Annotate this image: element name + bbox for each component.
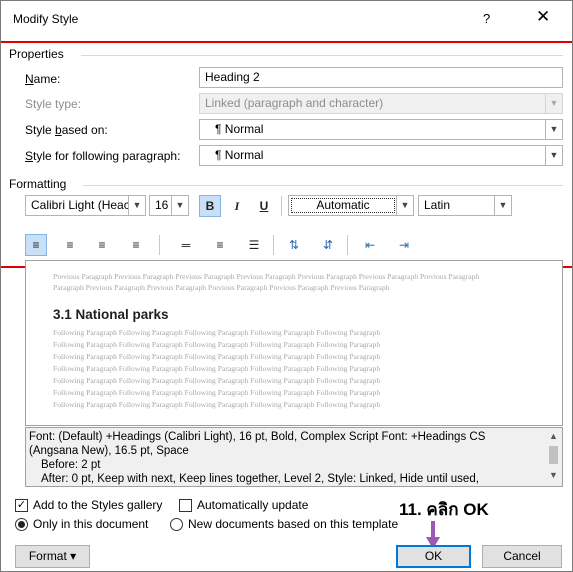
description-text: Font: (Default) +Headings (Calibri Light… — [29, 430, 539, 486]
following-paragraph-value: ¶ Normal — [215, 148, 264, 162]
description-line: Before: 2 pt — [41, 459, 101, 471]
sample-heading: 3.1 National parks — [53, 307, 169, 322]
following-paragraph-line: Following Paragraph Following Paragraph … — [53, 388, 381, 397]
new-documents-radio[interactable] — [170, 518, 183, 531]
modify-style-dialog: Modify Style ? ✕ Properties Name: Headin… — [0, 0, 573, 572]
formatting-divider — [83, 185, 563, 186]
chevron-down-icon[interactable]: ▼ — [545, 146, 562, 165]
following-paragraph-line: Following Paragraph Following Paragraph … — [53, 376, 381, 385]
properties-group-label: Properties — [9, 47, 68, 61]
only-this-document-label: Only in this document — [33, 517, 149, 531]
format-button[interactable]: Format ▾ — [15, 545, 90, 568]
scroll-up-icon[interactable]: ▲ — [549, 431, 558, 441]
toolbar-separator — [347, 235, 348, 255]
based-on-value: ¶ Normal — [215, 122, 264, 136]
ok-button[interactable]: OK — [396, 545, 471, 568]
decrease-indent-icon[interactable]: ⇤ — [359, 234, 381, 256]
auto-update-checkbox[interactable] — [179, 499, 192, 512]
previous-paragraph-line: Paragraph Previous Paragraph Previous Pa… — [53, 283, 390, 292]
annotation-red-line-top — [1, 41, 572, 43]
auto-update-label: Automatically update — [197, 498, 309, 512]
scroll-down-icon[interactable]: ▼ — [549, 470, 558, 480]
following-paragraph-line: Following Paragraph Following Paragraph … — [53, 328, 381, 337]
based-on-select[interactable]: ¶ Normal ▼ — [199, 119, 563, 140]
instruction-annotation: 11. คลิก OK — [399, 500, 489, 519]
following-paragraph-line: Following Paragraph Following Paragraph … — [53, 400, 381, 409]
chevron-down-icon[interactable]: ▼ — [128, 196, 145, 215]
name-input[interactable]: Heading 2 — [199, 67, 563, 88]
italic-button[interactable]: I — [226, 195, 248, 217]
style-type-value: Linked (paragraph and character) — [205, 96, 384, 110]
toolbar-separator — [273, 235, 274, 255]
align-center-icon[interactable]: ≡ — [59, 234, 81, 256]
align-right-icon[interactable]: ≡ — [91, 234, 113, 256]
cancel-button[interactable]: Cancel — [482, 545, 562, 568]
chevron-down-icon[interactable]: ▼ — [545, 120, 562, 139]
name-value: Heading 2 — [205, 70, 260, 84]
style-type-select: Linked (paragraph and character) ▼ — [199, 93, 563, 114]
align-left-icon[interactable]: ≡ — [25, 234, 47, 256]
font-size-value: 16 — [155, 198, 169, 212]
chevron-down-icon: ▼ — [545, 94, 562, 113]
based-on-label: Style based on: — [25, 123, 108, 137]
description-line: (Angsana New), 16.5 pt, Space — [29, 445, 189, 457]
toolbar-separator — [281, 196, 282, 216]
description-line: Font: (Default) +Headings (Calibri Light… — [29, 431, 486, 443]
following-paragraph-select[interactable]: ¶ Normal ▼ — [199, 145, 563, 166]
formatting-group-label: Formatting — [9, 177, 71, 191]
properties-divider — [81, 55, 563, 56]
double-spacing-icon[interactable]: ☰ — [243, 234, 265, 256]
name-label: Name: — [25, 72, 61, 86]
style-type-label: Style type: — [25, 97, 82, 111]
style-preview: Previous Paragraph Previous Paragraph Pr… — [25, 260, 563, 426]
font-value: Calibri Light (Heac — [31, 198, 130, 212]
decrease-paragraph-spacing-icon[interactable]: ⇵ — [317, 234, 339, 256]
script-value: Latin — [424, 198, 451, 212]
following-paragraph-line: Following Paragraph Following Paragraph … — [53, 340, 381, 349]
dialog-title: Modify Style — [13, 12, 79, 26]
increase-indent-icon[interactable]: ⇥ — [393, 234, 415, 256]
following-paragraph-label: Style for following paragraph: — [25, 149, 181, 163]
following-paragraph-line: Following Paragraph Following Paragraph … — [53, 352, 381, 361]
only-this-document-radio[interactable] — [15, 518, 28, 531]
justify-icon[interactable]: ≡ — [125, 234, 147, 256]
add-to-gallery-checkbox[interactable]: ✓ — [15, 499, 28, 512]
scroll-thumb[interactable] — [549, 446, 558, 464]
increase-paragraph-spacing-icon[interactable]: ⇅ — [283, 234, 305, 256]
description-line: After: 0 pt, Keep with next, Keep lines … — [41, 473, 479, 485]
font-color-value: Automatic — [316, 198, 370, 212]
underline-button[interactable]: U — [253, 195, 275, 217]
title-bar: Modify Style ? ✕ — [1, 1, 572, 37]
radio-selected-dot — [18, 521, 25, 528]
single-spacing-icon[interactable]: ═ — [175, 234, 197, 256]
font-size-select[interactable]: 16 ▼ — [149, 195, 189, 216]
add-to-gallery-label: Add to the Styles gallery — [33, 498, 163, 512]
style-description[interactable]: Font: (Default) +Headings (Calibri Light… — [25, 427, 563, 487]
help-button[interactable]: ? — [483, 11, 490, 26]
script-select[interactable]: Latin ▼ — [418, 195, 512, 216]
description-scrollbar[interactable]: ▲ ▼ — [545, 428, 562, 486]
chevron-down-icon[interactable]: ▼ — [396, 196, 413, 215]
bold-button[interactable]: B — [199, 195, 221, 217]
chevron-down-icon[interactable]: ▼ — [494, 196, 511, 215]
new-documents-label: New documents based on this template — [188, 517, 399, 531]
font-select[interactable]: Calibri Light (Heac ▼ — [25, 195, 146, 216]
one-half-spacing-icon[interactable]: ≡ — [209, 234, 231, 256]
chevron-down-icon[interactable]: ▼ — [171, 196, 188, 215]
toolbar-separator — [159, 235, 160, 255]
previous-paragraph-line: Previous Paragraph Previous Paragraph Pr… — [53, 272, 480, 281]
close-button[interactable]: ✕ — [536, 7, 550, 27]
following-paragraph-line: Following Paragraph Following Paragraph … — [53, 364, 381, 373]
font-color-select[interactable]: Automatic ▼ — [288, 195, 414, 216]
